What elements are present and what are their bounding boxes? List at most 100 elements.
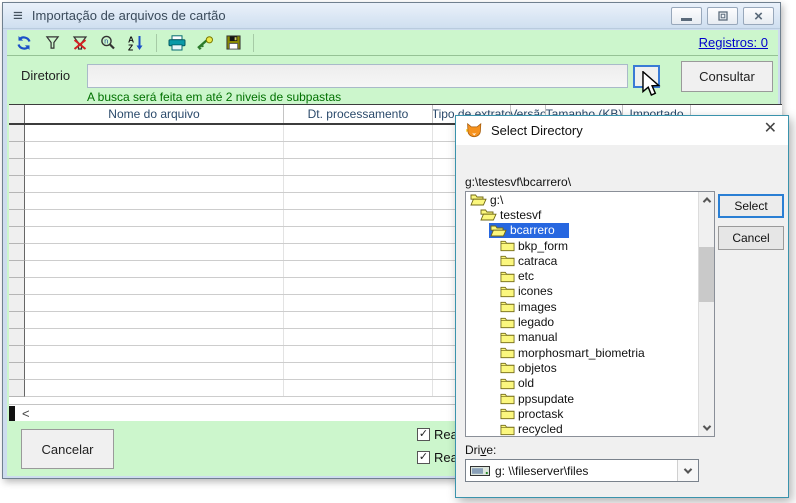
title-bar[interactable]: ≡ Importação de arquivos de cartão [3, 3, 780, 29]
row-selector[interactable] [9, 159, 25, 176]
directory-item-content: etc [499, 269, 548, 284]
checkbox-checked-icon[interactable]: ✓ [417, 428, 430, 441]
table-cell [284, 329, 433, 345]
directory-name: images [518, 300, 557, 314]
key-icon[interactable] [195, 34, 215, 52]
row-selector[interactable] [9, 244, 25, 261]
dropdown-arrow-button[interactable] [677, 460, 698, 481]
menu-icon[interactable]: ≡ [13, 7, 23, 24]
directory-item[interactable]: bkp_form [466, 238, 714, 253]
save-icon[interactable] [223, 34, 243, 52]
clear-filter-icon[interactable] [70, 34, 90, 52]
find-icon[interactable]: n [98, 34, 118, 52]
directory-item[interactable]: legado [466, 314, 714, 329]
scroll-up-icon[interactable] [699, 192, 714, 208]
cancelar-button[interactable]: Cancelar [21, 429, 114, 469]
scroll-down-icon[interactable] [699, 420, 714, 436]
toolbar-separator [156, 34, 157, 52]
folder-icon [500, 316, 515, 329]
minimize-button[interactable] [671, 7, 702, 25]
directory-name: proctask [518, 407, 563, 421]
folder-icon [500, 331, 515, 344]
table-cell [25, 227, 284, 243]
select-button[interactable]: Select [718, 194, 784, 218]
checkbox-row-1[interactable]: ✓ Rea [417, 427, 458, 442]
scrollbar-thumb[interactable] [699, 247, 714, 302]
directory-item[interactable]: images [466, 299, 714, 314]
table-cell [284, 244, 433, 260]
row-selector[interactable] [9, 363, 25, 380]
drive-dropdown[interactable]: g: \\fileserver\files [465, 459, 699, 482]
print-icon[interactable] [167, 34, 187, 52]
row-selector[interactable] [9, 380, 25, 397]
directory-name: old [518, 376, 534, 390]
table-cell [25, 329, 284, 345]
row-selector[interactable] [9, 227, 25, 244]
directory-name: catraca [518, 254, 557, 268]
row-selector[interactable] [9, 261, 25, 278]
maximize-button[interactable] [707, 7, 738, 25]
row-selector[interactable] [9, 295, 25, 312]
row-selector[interactable] [9, 125, 25, 142]
table-cell [284, 346, 433, 362]
table-cell [25, 142, 284, 158]
close-button[interactable]: × [743, 7, 774, 25]
directory-item[interactable]: recycled [466, 421, 714, 436]
record-pointer-marker [9, 406, 15, 421]
directory-name: testesvf [500, 208, 541, 222]
directory-item[interactable]: morphosmart_biometria [466, 345, 714, 360]
directory-item[interactable]: g:\ [466, 192, 714, 207]
checkbox-checked-icon[interactable]: ✓ [417, 451, 430, 464]
directory-item-content: bkp_form [499, 238, 582, 253]
directory-name: etc [518, 269, 534, 283]
consultar-button[interactable]: Consultar [681, 61, 773, 92]
directory-list[interactable]: g:\testesvfbcarrerobkp_formcatracaetcico… [465, 191, 715, 437]
table-cell [25, 261, 284, 277]
directory-item[interactable]: proctask [466, 406, 714, 421]
checkbox-row-2[interactable]: ✓ Rea [417, 450, 458, 465]
dialog-close-icon[interactable]: ✕ [764, 121, 777, 137]
directory-item-content: images [499, 299, 571, 314]
row-selector[interactable] [9, 329, 25, 346]
directory-item-content: old [499, 376, 548, 391]
folder-open-icon [470, 193, 487, 206]
table-cell [284, 193, 433, 209]
registros-link[interactable]: Registros: 0 [699, 35, 768, 50]
table-cell [284, 210, 433, 226]
filter-icon[interactable] [42, 34, 62, 52]
directory-item[interactable]: bcarrero [466, 223, 714, 238]
directory-item[interactable]: objetos [466, 360, 714, 375]
row-selector[interactable] [9, 346, 25, 363]
directory-item[interactable]: testesvf [466, 207, 714, 222]
directory-item[interactable]: icones [466, 284, 714, 299]
table-cell [25, 312, 284, 328]
table-cell [25, 210, 284, 226]
sort-az-icon[interactable]: AZ [126, 34, 146, 52]
scroll-left-icon[interactable]: < [22, 407, 30, 420]
directory-item[interactable]: manual [466, 330, 714, 345]
directory-item[interactable]: old [466, 376, 714, 391]
close-icon: × [754, 9, 763, 24]
row-selector[interactable] [9, 312, 25, 329]
refresh-icon[interactable] [14, 34, 34, 52]
directory-item[interactable]: catraca [466, 253, 714, 268]
diretorio-label: Diretorio [21, 68, 70, 83]
dialog-title-bar[interactable]: Select Directory [456, 116, 788, 145]
directory-item-content: catraca [499, 253, 571, 268]
column-header[interactable]: Dt. processamento [284, 105, 433, 123]
directory-item-content: manual [499, 330, 571, 345]
row-selector[interactable] [9, 278, 25, 295]
row-selector[interactable] [9, 210, 25, 227]
table-cell [25, 176, 284, 192]
row-selector[interactable] [9, 193, 25, 210]
column-header[interactable]: Nome do arquivo [25, 105, 284, 123]
table-cell [284, 159, 433, 175]
row-selector[interactable] [9, 142, 25, 159]
list-scrollbar[interactable] [698, 192, 714, 436]
diretorio-input[interactable] [87, 64, 628, 88]
directory-item[interactable]: etc [466, 268, 714, 283]
cancel-button[interactable]: Cancel [718, 226, 784, 250]
directory-item[interactable]: ppsupdate [466, 391, 714, 406]
folder-icon [500, 407, 515, 420]
row-selector[interactable] [9, 176, 25, 193]
